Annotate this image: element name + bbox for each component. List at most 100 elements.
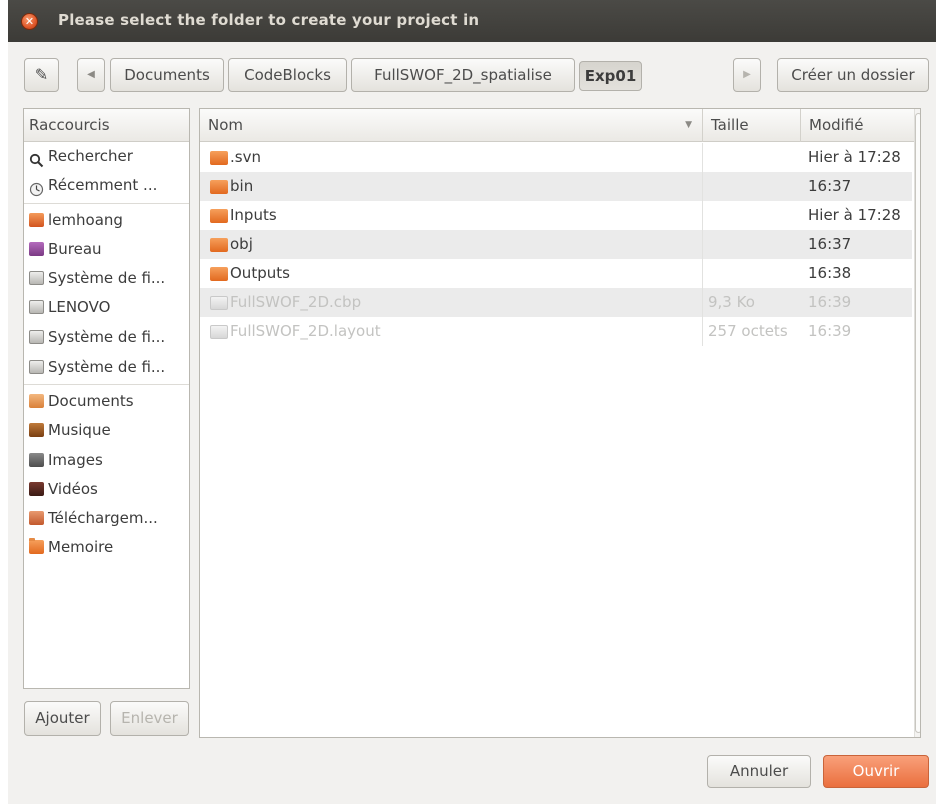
downloads-icon <box>29 511 44 525</box>
file-modified: 16:38 <box>808 264 852 282</box>
place-label: Documents <box>48 392 134 410</box>
close-button[interactable]: ✕ <box>21 13 38 30</box>
path-segment-exp01[interactable]: Exp01 <box>579 61 642 91</box>
path-scroll-left-button[interactable]: ◀ <box>77 58 105 92</box>
place-item-filesystem-2[interactable]: Système de fi... <box>24 323 189 352</box>
path-segment-fullswof[interactable]: FullSWOF_2D_spatialise <box>351 58 575 92</box>
file-modified: 16:37 <box>808 235 852 253</box>
folder-icon <box>29 538 44 554</box>
folder-icon <box>210 151 228 165</box>
file-row[interactable]: obj 16:37 <box>200 230 912 259</box>
place-label: Téléchargem... <box>48 509 158 527</box>
path-segment-documents[interactable]: Documents <box>110 58 224 92</box>
column-size-label: Taille <box>711 116 749 134</box>
place-item-downloads[interactable]: Téléchargem... <box>24 504 189 533</box>
places-separator <box>24 384 189 385</box>
file-modified: Hier à 17:28 <box>808 206 901 224</box>
place-label: Images <box>48 451 103 469</box>
file-name: bin <box>230 177 254 195</box>
places-header: Raccourcis <box>24 109 189 142</box>
recent-icon <box>29 178 44 197</box>
place-item-recent[interactable]: Récemment ... <box>24 171 189 200</box>
cell-separator <box>702 143 703 172</box>
pencil-icon: ✎ <box>34 65 49 84</box>
path-segment-codeblocks[interactable]: CodeBlocks <box>228 58 347 92</box>
videos-icon <box>29 482 44 496</box>
music-icon <box>29 423 44 437</box>
documents-icon <box>29 394 44 408</box>
file-size: 257 octets <box>708 322 788 340</box>
file-row[interactable]: Outputs 16:38 <box>200 259 912 288</box>
column-modified-label: Modifié <box>809 116 864 134</box>
file-row[interactable]: bin 16:37 <box>200 172 912 201</box>
place-label: Système de fi... <box>48 328 166 346</box>
folder-icon <box>210 180 228 194</box>
window-title: Please select the folder to create your … <box>58 11 480 29</box>
place-label: Memoire <box>48 538 114 556</box>
place-label: Récemment ... <box>48 176 158 194</box>
file-icon <box>210 325 228 339</box>
file-name: FullSWOF_2D.cbp <box>230 293 362 311</box>
remove-bookmark-button[interactable]: Enlever <box>110 701 189 736</box>
scrollbar-thumb[interactable] <box>915 113 920 733</box>
file-modified: 16:39 <box>808 293 852 311</box>
column-name-label: Nom <box>208 116 244 134</box>
search-icon <box>29 149 44 168</box>
home-folder-icon <box>29 213 44 227</box>
place-label: Musique <box>48 421 111 439</box>
path-scroll-right-button[interactable]: ▶ <box>733 58 761 92</box>
place-item-images[interactable]: Images <box>24 446 189 475</box>
file-row-disabled: FullSWOF_2D.layout 257 octets 16:39 <box>200 317 912 346</box>
place-item-home[interactable]: lemhoang <box>24 206 189 235</box>
file-size: 9,3 Ko <box>708 293 755 311</box>
cell-separator <box>702 317 703 346</box>
file-name: obj <box>230 235 253 253</box>
vertical-scrollbar[interactable] <box>914 109 920 737</box>
file-row[interactable]: Inputs Hier à 17:28 <box>200 201 912 230</box>
file-row[interactable]: .svn Hier à 17:28 <box>200 143 912 172</box>
sort-descending-icon: ▼ <box>685 120 692 130</box>
drive-icon <box>29 330 44 344</box>
place-item-filesystem-3[interactable]: Système de fi... <box>24 353 189 382</box>
create-folder-button[interactable]: Créer un dossier <box>777 58 929 92</box>
place-item-filesystem-1[interactable]: Système de fi... <box>24 264 189 293</box>
file-name: Inputs <box>230 206 277 224</box>
cell-separator <box>702 172 703 201</box>
cell-separator <box>702 259 703 288</box>
place-item-lenovo[interactable]: LENOVO <box>24 293 189 322</box>
drive-icon <box>29 360 44 374</box>
place-item-search[interactable]: Rechercher <box>24 142 189 171</box>
arrow-left-icon: ◀ <box>87 69 95 80</box>
file-name: Outputs <box>230 264 290 282</box>
add-bookmark-button[interactable]: Ajouter <box>24 701 101 736</box>
title-bar: ✕ Please select the folder to create you… <box>8 0 936 42</box>
column-header-name[interactable]: Nom ▼ <box>200 109 702 142</box>
place-label: Bureau <box>48 240 102 258</box>
open-button[interactable]: Ouvrir <box>823 755 929 788</box>
place-item-videos[interactable]: Vidéos <box>24 475 189 504</box>
edit-location-button[interactable]: ✎ <box>24 58 59 92</box>
place-item-music[interactable]: Musique <box>24 416 189 445</box>
arrow-right-icon: ▶ <box>743 69 751 80</box>
places-sidebar: Raccourcis Rechercher Récemment ... lemh… <box>23 108 190 689</box>
place-item-documents[interactable]: Documents <box>24 387 189 416</box>
place-label: Système de fi... <box>48 358 166 376</box>
place-item-desktop[interactable]: Bureau <box>24 235 189 264</box>
file-list: Nom ▼ Taille Modifié .svn Hier à 17:28 b… <box>199 108 921 738</box>
column-header-modified[interactable]: Modifié <box>801 109 914 142</box>
places-separator <box>24 203 189 204</box>
cancel-button[interactable]: Annuler <box>707 755 811 788</box>
place-label: Rechercher <box>48 147 133 165</box>
place-label: Vidéos <box>48 480 98 498</box>
column-header-size[interactable]: Taille <box>703 109 800 142</box>
file-modified: 16:37 <box>808 177 852 195</box>
file-name: FullSWOF_2D.layout <box>230 322 381 340</box>
place-item-memoire[interactable]: Memoire <box>24 533 189 562</box>
place-label: lemhoang <box>48 211 123 229</box>
folder-icon <box>210 267 228 281</box>
place-label: Système de fi... <box>48 269 166 287</box>
file-icon <box>210 296 228 310</box>
drive-icon <box>29 300 44 314</box>
file-modified: 16:39 <box>808 322 852 340</box>
desktop-icon <box>29 242 44 256</box>
